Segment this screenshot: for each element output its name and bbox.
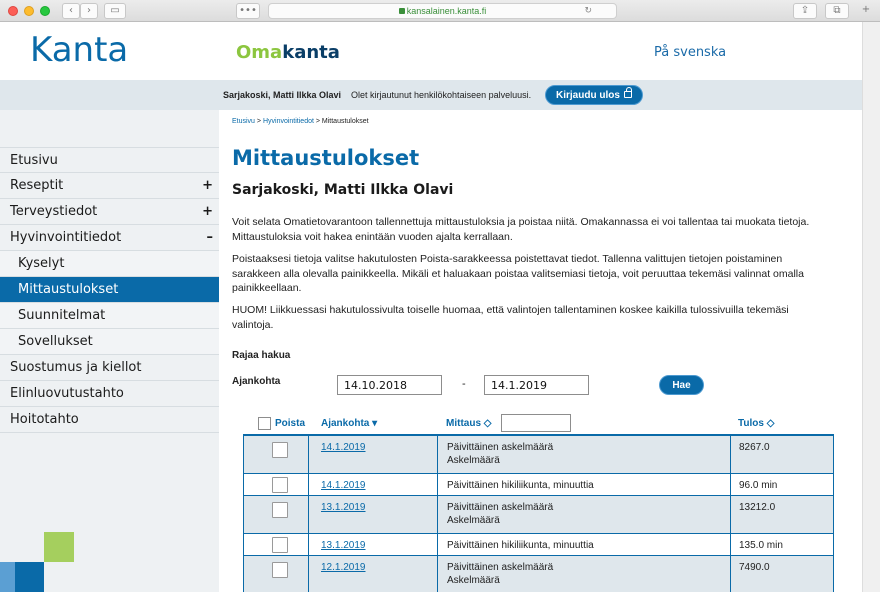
maximize-window-icon[interactable] [40, 6, 50, 16]
new-tab-icon[interactable]: + [856, 3, 876, 19]
row-result: 8267.0 [739, 442, 770, 453]
table-header: Poista Ajankohta ▾ Mittaus ◇ Tulos ◇ [254, 413, 834, 435]
measurement-filter-input[interactable] [501, 414, 571, 432]
sidebar: Etusivu Reseptit + Terveystiedot + Hyvinvo… [0, 110, 219, 592]
lock-icon [398, 7, 405, 14]
sidebar-item-mittaustulokset[interactable]: Mittaustulokset [0, 277, 219, 303]
row-date-link[interactable]: 14.1.2019 [321, 441, 366, 454]
row-measurement: Päivittäinen hikiliikunta, minuuttia [447, 540, 594, 551]
delete-checkbox[interactable] [272, 442, 288, 458]
column-measurement-sort[interactable]: Mittaus ◇ [446, 418, 491, 429]
date-to-input[interactable] [484, 375, 589, 395]
collapse-icon[interactable]: – [207, 225, 214, 250]
row-measurement: Päivittäinen askelmäärä Askelmäärä [447, 502, 554, 526]
reload-icon[interactable]: ↻ [584, 4, 592, 18]
row-date-link[interactable]: 14.1.2019 [321, 479, 366, 492]
forward-icon[interactable]: › [80, 3, 98, 19]
row-result: 96.0 min [739, 480, 778, 491]
column-divider [243, 436, 244, 592]
row-result: 7490.0 [739, 562, 770, 573]
column-result-sort[interactable]: Tulos ◇ [738, 418, 774, 429]
tab-overview-button[interactable]: ••• [236, 3, 260, 19]
logout-button[interactable]: Kirjaudu ulos [545, 85, 643, 105]
row-result: 13212.0 [739, 502, 776, 513]
notice-text: HUOM! Liikkuessasi hakutulossivulta tois… [232, 304, 789, 331]
breadcrumb-section[interactable]: Hyvinvointitiedot [263, 118, 314, 125]
sidebar-item-hoitotahto[interactable]: Hoitotahto [0, 407, 219, 433]
column-divider [730, 436, 731, 592]
expand-icon[interactable]: + [202, 199, 213, 224]
results-table: 14.1.2019 Päivittäinen askelmäärä Askelmä… [243, 434, 834, 592]
sidebar-item-sovellukset[interactable]: Sovellukset [0, 329, 219, 355]
breadcrumb-home[interactable]: Etusivu [232, 118, 255, 125]
sidebar-item-hyvinvointitiedot[interactable]: Hyvinvointitiedot – [0, 225, 219, 251]
table-row: 13.1.2019 Päivittäinen hikiliikunta, min… [243, 534, 834, 556]
omakanta-logo[interactable]: Omakanta [236, 42, 340, 63]
minimize-window-icon[interactable] [24, 6, 34, 16]
sidebar-item-kyselyt[interactable]: Kyselyt [0, 251, 219, 277]
kanta-logo[interactable]: Kanta [30, 30, 128, 70]
date-from-input[interactable] [337, 375, 442, 395]
user-name: Sarjakoski, Matti Ilkka Olavi [223, 90, 342, 100]
lock-icon [624, 87, 632, 98]
breadcrumb: Etusivu > Hyvinvointitiedot > Mittaustul… [232, 118, 369, 125]
decorative-square [0, 562, 15, 592]
date-label: Ajankohta [232, 376, 281, 387]
site-header: Kanta Omakanta På svenska [0, 22, 880, 80]
tabs-icon[interactable]: ⧉ [825, 3, 849, 19]
decorative-square [15, 562, 44, 592]
user-bar: Sarjakoski, Matti Ilkka Olavi Olet kirja… [0, 80, 862, 110]
sidebar-item-suunnitelmat[interactable]: Suunnitelmat [0, 303, 219, 329]
delete-instructions: Poistaaksesi tietoja valitse hakutuloste… [232, 253, 804, 294]
sidebar-nav: Etusivu Reseptit + Terveystiedot + Hyvinvo… [0, 147, 219, 433]
person-name: Sarjakoski, Matti Ilkka Olavi [232, 182, 454, 198]
row-measurement: Päivittäinen hikiliikunta, minuuttia [447, 480, 594, 491]
table-row: 14.1.2019 Päivittäinen askelmäärä Askelmä… [243, 436, 834, 474]
delete-checkbox[interactable] [272, 502, 288, 518]
close-window-icon[interactable] [8, 6, 18, 16]
column-delete: Poista [275, 418, 306, 429]
row-date-link[interactable]: 13.1.2019 [321, 539, 366, 552]
row-date-link[interactable]: 12.1.2019 [321, 561, 366, 574]
delete-checkbox[interactable] [272, 477, 288, 493]
row-measurement: Päivittäinen askelmäärä Askelmäärä [447, 442, 554, 466]
page-scrollbar[interactable] [862, 22, 880, 592]
table-row: 12.1.2019 Päivittäinen askelmäärä Askelmä… [243, 556, 834, 592]
filter-title: Rajaa hakua [232, 350, 291, 361]
intro-text: Voit selata Omatietovarantoon tallennett… [232, 216, 810, 243]
sidebar-item-elinluovutustahto[interactable]: Elinluovutustahto [0, 381, 219, 407]
decorative-square [44, 532, 74, 562]
column-divider [308, 436, 309, 592]
table-row: 14.1.2019 Päivittäinen hikiliikunta, min… [243, 474, 834, 496]
breadcrumb-current: Mittaustulokset [321, 118, 369, 125]
table-row: 13.1.2019 Päivittäinen askelmäärä Askelmä… [243, 496, 834, 534]
login-status: Olet kirjautunut henkilökohtaiseen palve… [351, 90, 532, 100]
url-text: kansalainen.kanta.fi [406, 6, 487, 16]
column-divider [833, 436, 834, 592]
row-date-link[interactable]: 13.1.2019 [321, 501, 366, 514]
language-link[interactable]: På svenska [654, 45, 726, 60]
date-separator: - [462, 378, 466, 390]
delete-checkbox[interactable] [272, 537, 288, 553]
share-icon[interactable]: ⇪ [793, 3, 817, 19]
row-measurement: Päivittäinen askelmäärä Askelmäärä [447, 562, 554, 586]
page-title: Mittaustulokset [232, 146, 420, 170]
search-button[interactable]: Hae [659, 375, 704, 395]
sidebar-toggle-icon[interactable]: ▭ [104, 3, 126, 19]
back-icon[interactable]: ‹ [62, 3, 80, 19]
column-date-sort[interactable]: Ajankohta ▾ [321, 418, 377, 429]
sidebar-item-reseptit[interactable]: Reseptit + [0, 173, 219, 199]
address-bar[interactable]: kansalainen.kanta.fi ↻ [268, 3, 617, 19]
column-divider [437, 436, 438, 592]
select-all-checkbox[interactable] [258, 417, 271, 430]
row-result: 135.0 min [739, 540, 783, 551]
browser-toolbar: ‹ › ▭ ••• kansalainen.kanta.fi ↻ ⇪ ⧉ + [0, 0, 880, 22]
sidebar-item-etusivu[interactable]: Etusivu [0, 147, 219, 173]
delete-checkbox[interactable] [272, 562, 288, 578]
expand-icon[interactable]: + [202, 173, 213, 198]
sidebar-item-terveystiedot[interactable]: Terveystiedot + [0, 199, 219, 225]
sidebar-item-suostumus[interactable]: Suostumus ja kiellot [0, 355, 219, 381]
